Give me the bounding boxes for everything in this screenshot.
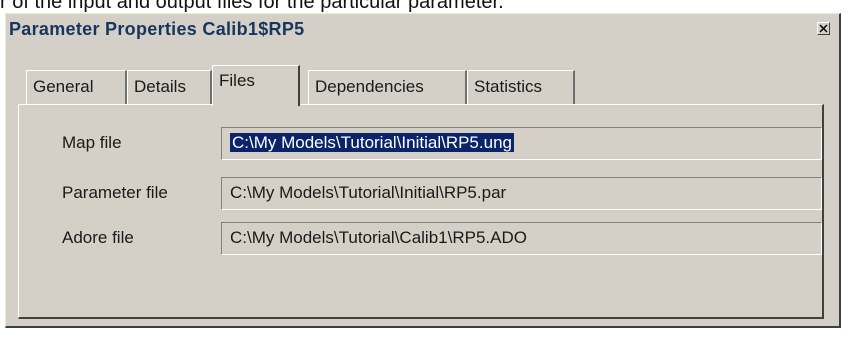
parameter-file-field[interactable]: C:\My Models\Tutorial\Initial\RP5.par — [221, 177, 822, 210]
map-file-field[interactable]: C:\My Models\Tutorial\Initial\RP5.ung — [221, 127, 822, 160]
close-button[interactable] — [817, 22, 830, 35]
tab-statistics[interactable]: Statistics — [467, 70, 575, 104]
tab-general[interactable]: General — [26, 70, 127, 104]
files-tab-panel: Map file C:\My Models\Tutorial\Initial\R… — [18, 104, 824, 319]
adore-file-row: Adore file C:\My Models\Tutorial\Calib1\… — [19, 222, 822, 256]
parameter-file-label: Parameter file — [62, 183, 168, 202]
document-caption: r of the input and output files for the … — [0, 0, 504, 13]
dialog-title: Parameter Properties Calib1$RP5 — [9, 19, 305, 39]
title-bar[interactable]: Parameter Properties Calib1$RP5 — [6, 14, 839, 43]
map-file-row: Map file C:\My Models\Tutorial\Initial\R… — [19, 127, 822, 161]
tab-files[interactable]: Files — [212, 65, 300, 106]
tab-strip: General Details Files Dependencies Stati… — [26, 65, 626, 106]
adore-file-label: Adore file — [62, 228, 134, 247]
tab-details[interactable]: Details — [127, 70, 212, 104]
close-icon — [819, 24, 828, 33]
parameter-properties-dialog: Parameter Properties Calib1$RP5 General … — [5, 13, 841, 328]
adore-file-field[interactable]: C:\My Models\Tutorial\Calib1\RP5.ADO — [221, 222, 822, 255]
tab-dependencies[interactable]: Dependencies — [308, 70, 467, 104]
map-file-label: Map file — [62, 133, 122, 152]
map-file-value: C:\My Models\Tutorial\Initial\RP5.ung — [230, 133, 514, 152]
parameter-file-row: Parameter file C:\My Models\Tutorial\Ini… — [19, 177, 822, 211]
